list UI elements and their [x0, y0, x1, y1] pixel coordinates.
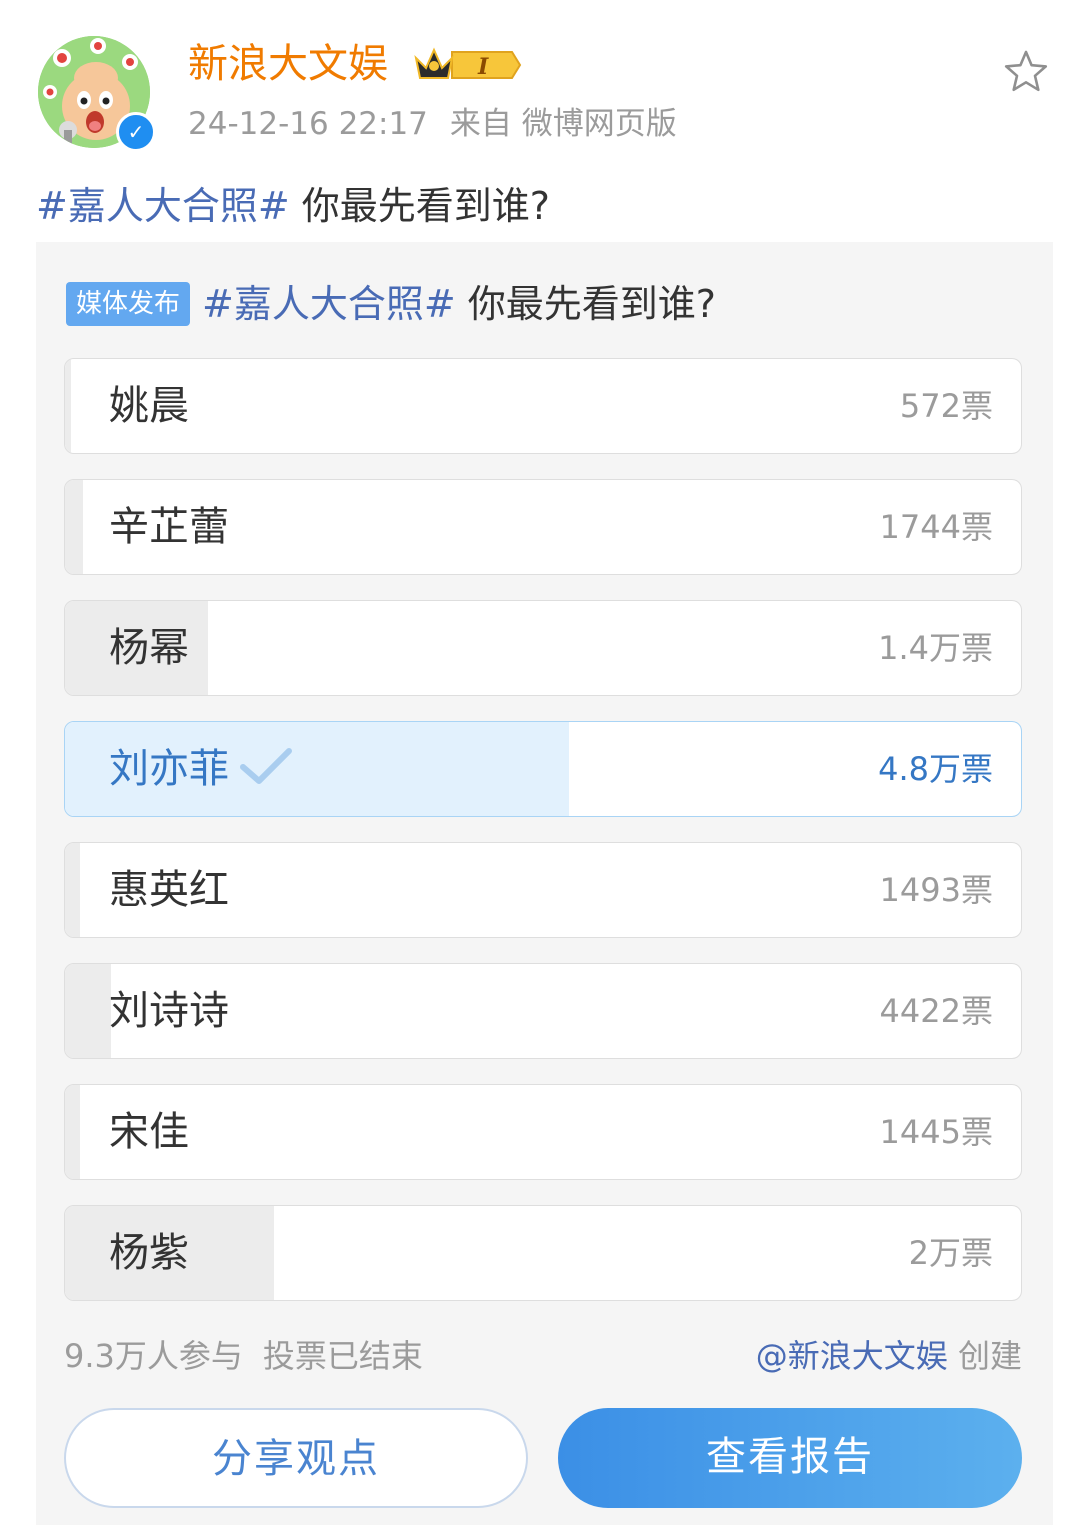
vote-option-count: 1744票: [879, 508, 993, 546]
post-timestamp: 24-12-16 22:17: [188, 106, 428, 142]
vote-option-count: 1.4万票: [878, 629, 993, 667]
vote-status: 投票已结束: [262, 1337, 423, 1375]
vote-option-fill-bar: [65, 964, 111, 1058]
vote-title: 媒体发布 #嘉人大合照# 你最先看到谁?: [66, 278, 716, 330]
vote-hashtag-link[interactable]: #嘉人大合照#: [202, 282, 456, 326]
media-tag-badge: 媒体发布: [66, 282, 191, 326]
post-header: ✓ 新浪大文娱 I 24-12-16 22:17 来自 微博网页版: [0, 0, 1088, 160]
vote-option[interactable]: 杨紫 2万票: [64, 1205, 1022, 1301]
vote-option-name: 宋佳: [109, 1109, 189, 1155]
vote-option-name: 刘亦菲: [109, 722, 293, 816]
participant-count: 9.3万人参与: [64, 1337, 243, 1375]
vote-option-fill-bar: [65, 480, 84, 574]
vote-option-count: 4422票: [879, 992, 993, 1030]
creator-link[interactable]: @新浪大文娱: [756, 1337, 948, 1375]
vote-option[interactable]: 姚晨 572票: [64, 358, 1022, 454]
vote-option-fill-bar: [65, 1085, 81, 1179]
vote-option[interactable]: 辛芷蕾 1744票: [64, 479, 1022, 575]
vip-level-text: I: [477, 54, 489, 80]
vote-option-fill-bar: [65, 843, 81, 937]
vote-option[interactable]: 杨幂 1.4万票: [64, 600, 1022, 696]
crown-vip-badge-icon[interactable]: I: [412, 44, 522, 86]
vote-option-count: 1445票: [879, 1113, 993, 1151]
vote-option-name: 杨幂: [109, 625, 189, 671]
vote-card: 媒体发布 #嘉人大合照# 你最先看到谁? 姚晨 572票辛芷蕾 1744票杨幂 1.4万…: [36, 242, 1053, 1525]
vote-question: 你最先看到谁?: [455, 282, 716, 326]
post-meta: 24-12-16 22:17 来自 微博网页版: [188, 102, 677, 146]
star-outline-icon[interactable]: [1002, 48, 1050, 96]
vote-option[interactable]: 刘诗诗 4422票: [64, 963, 1022, 1059]
vote-option-count: 4.8万票: [878, 750, 993, 788]
creator-suffix: 创建: [947, 1337, 1022, 1375]
vote-option-fill-bar: [65, 359, 71, 453]
vote-option-name: 辛芷蕾: [109, 504, 229, 550]
vote-option-name: 惠英红: [109, 867, 229, 913]
view-report-button[interactable]: 查看报告: [558, 1408, 1022, 1508]
post-hashtag-link[interactable]: #嘉人大合照#: [36, 184, 290, 228]
vote-option-count: 572票: [899, 387, 993, 425]
vote-option[interactable]: 宋佳 1445票: [64, 1084, 1022, 1180]
vote-option-count: 2万票: [908, 1234, 993, 1272]
share-opinion-button[interactable]: 分享观点: [64, 1408, 528, 1508]
vote-option-name: 杨紫: [109, 1230, 189, 1276]
post-text: #嘉人大合照# 你最先看到谁?: [36, 180, 550, 232]
vote-creator: @新浪大文娱 创建: [756, 1334, 1022, 1378]
vote-summary: 9.3万人参与 投票已结束: [64, 1334, 423, 1378]
verified-v-icon: ✓: [116, 112, 156, 152]
vote-option[interactable]: 刘亦菲 4.8万票: [64, 721, 1022, 817]
vote-option-name: 刘诗诗: [109, 988, 229, 1034]
check-icon: [240, 748, 292, 784]
vote-option-name: 姚晨: [109, 383, 189, 429]
vote-option-count: 1493票: [879, 871, 993, 909]
post-source: 来自 微博网页版: [449, 106, 677, 142]
post-text-body: 你最先看到谁?: [289, 184, 550, 228]
username[interactable]: 新浪大文娱: [188, 38, 388, 90]
vote-option[interactable]: 惠英红 1493票: [64, 842, 1022, 938]
